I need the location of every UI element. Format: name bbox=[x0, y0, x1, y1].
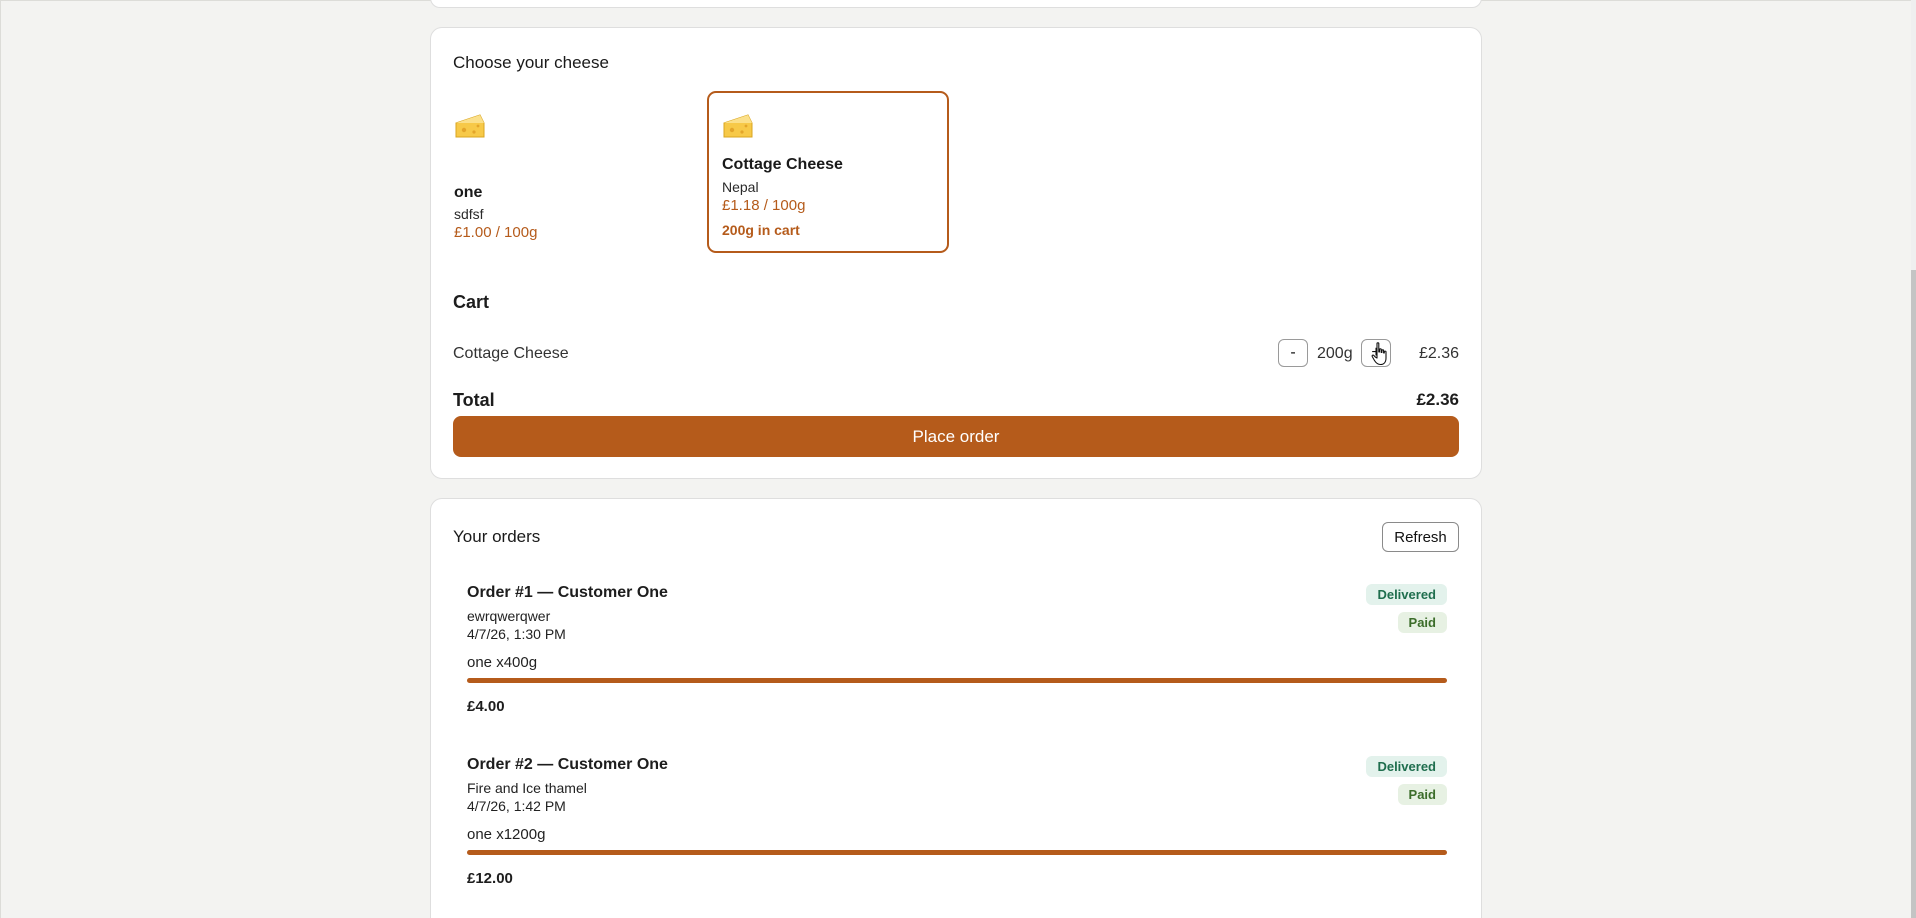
payment-badge: Paid bbox=[1397, 784, 1447, 805]
previous-card bbox=[430, 0, 1482, 8]
order-progress-bar bbox=[467, 850, 1447, 855]
order-progress-bar bbox=[467, 678, 1447, 683]
decrement-quantity-button[interactable]: - bbox=[1278, 339, 1308, 367]
order-address: ewrqwerqwer bbox=[467, 608, 551, 624]
scrollbar-thumb[interactable] bbox=[1911, 270, 1916, 918]
cheese-price: £1.18 / 100g bbox=[722, 197, 806, 214]
cheese-price: £1.00 / 100g bbox=[454, 224, 538, 241]
order-title: Order #2 — Customer One bbox=[467, 756, 668, 773]
cart-item-quantity: 200g bbox=[1317, 345, 1353, 362]
order-date: 4/7/26, 1:42 PM bbox=[467, 798, 566, 814]
orders-title: Your orders bbox=[453, 527, 541, 546]
order-total: £12.00 bbox=[467, 870, 513, 887]
cheese-origin: sdfsf bbox=[454, 206, 484, 222]
cheese-name: one bbox=[454, 184, 483, 201]
payment-badge: Paid bbox=[1397, 612, 1447, 633]
cart-item-name: Cottage Cheese bbox=[453, 345, 569, 362]
cheese-origin: Nepal bbox=[722, 179, 759, 195]
total-label: Total bbox=[453, 390, 495, 410]
refresh-button[interactable]: Refresh bbox=[1382, 522, 1459, 552]
order-items: one x400g bbox=[467, 654, 538, 671]
total-value: £2.36 bbox=[1416, 390, 1459, 409]
hand-cursor-icon bbox=[1371, 342, 1387, 366]
cheese-cart-card: Choose your cheese one sdfsf £1.00 / 100… bbox=[430, 27, 1482, 479]
place-order-button[interactable]: Place order bbox=[453, 416, 1459, 457]
cheese-option-one[interactable]: one sdfsf £1.00 / 100g bbox=[439, 91, 681, 253]
cheese-in-cart-label: 200g in cart bbox=[722, 222, 800, 238]
cheese-icon bbox=[723, 114, 753, 138]
cart-title: Cart bbox=[453, 292, 490, 312]
order-items: one x1200g bbox=[467, 826, 546, 843]
cheese-option-cottage-cheese[interactable]: Cottage Cheese Nepal £1.18 / 100g 200g i… bbox=[707, 91, 949, 253]
page: Choose your cheese one sdfsf £1.00 / 100… bbox=[0, 0, 1916, 918]
cart-item-line-price: £2.36 bbox=[1418, 345, 1459, 362]
cheese-name: Cottage Cheese bbox=[722, 156, 843, 173]
order-date: 4/7/26, 1:30 PM bbox=[467, 626, 566, 642]
status-badge: Delivered bbox=[1366, 584, 1447, 605]
order-item: Order #2 — Customer One Fire and Ice tha… bbox=[467, 756, 1447, 906]
status-badge: Delivered bbox=[1366, 756, 1447, 777]
order-title: Order #1 — Customer One bbox=[467, 584, 668, 601]
cheese-icon bbox=[455, 114, 485, 138]
order-address: Fire and Ice thamel bbox=[467, 780, 587, 796]
order-total: £4.00 bbox=[467, 698, 505, 715]
order-item: Order #1 — Customer One ewrqwerqwer 4/7/… bbox=[467, 584, 1447, 734]
cheese-section-title: Choose your cheese bbox=[453, 53, 609, 72]
orders-card: Your orders Refresh Order #1 — Customer … bbox=[430, 498, 1482, 918]
